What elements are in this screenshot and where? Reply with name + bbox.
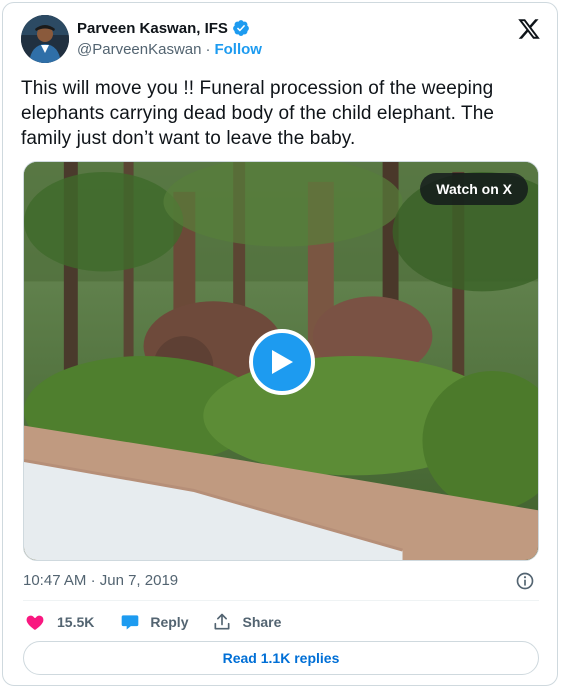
tweet-time: 10:47 AM (23, 572, 87, 589)
tweet-date: Jun 7, 2019 (99, 572, 179, 589)
author-name[interactable]: Parveen Kaswan, IFS (77, 20, 228, 37)
heart-icon (26, 615, 44, 630)
reply-button[interactable]: Reply (120, 612, 188, 632)
tweet-timestamp[interactable]: 10:47 AM · Jun 7, 2019 (23, 572, 178, 589)
timestamp-separator: · (90, 572, 96, 589)
share-icon (214, 613, 230, 630)
read-replies-button[interactable]: Read 1.1K replies (23, 641, 539, 675)
reply-bubble-icon (122, 615, 139, 630)
share-label: Share (242, 614, 282, 630)
share-button[interactable]: Share (212, 612, 281, 632)
x-logo-icon[interactable] (517, 17, 541, 41)
author-handle[interactable]: @ParveenKaswan (77, 41, 201, 58)
tweet-card: Parveen Kaswan, IFS @ParveenKaswan · Fol… (2, 2, 558, 686)
video-player[interactable]: Watch on X (23, 161, 539, 561)
tweet-text: This will move you !! Funeral procession… (21, 78, 495, 149)
like-button[interactable]: 15.5K (25, 612, 94, 632)
tweet-header: Parveen Kaswan, IFS @ParveenKaswan · Fol… (21, 15, 541, 65)
follow-link[interactable]: Follow (214, 41, 262, 58)
info-icon[interactable] (515, 571, 535, 591)
play-icon (272, 350, 293, 374)
like-count: 15.5K (57, 614, 95, 630)
play-button[interactable] (249, 329, 315, 395)
avatar[interactable] (21, 15, 69, 63)
action-bar: 15.5K Reply Share (25, 611, 281, 633)
reply-label: Reply (150, 614, 189, 630)
watch-on-x-button[interactable]: Watch on X (420, 173, 528, 205)
divider (23, 600, 539, 601)
verified-badge-icon (233, 20, 249, 36)
separator-dot: · (205, 41, 211, 58)
